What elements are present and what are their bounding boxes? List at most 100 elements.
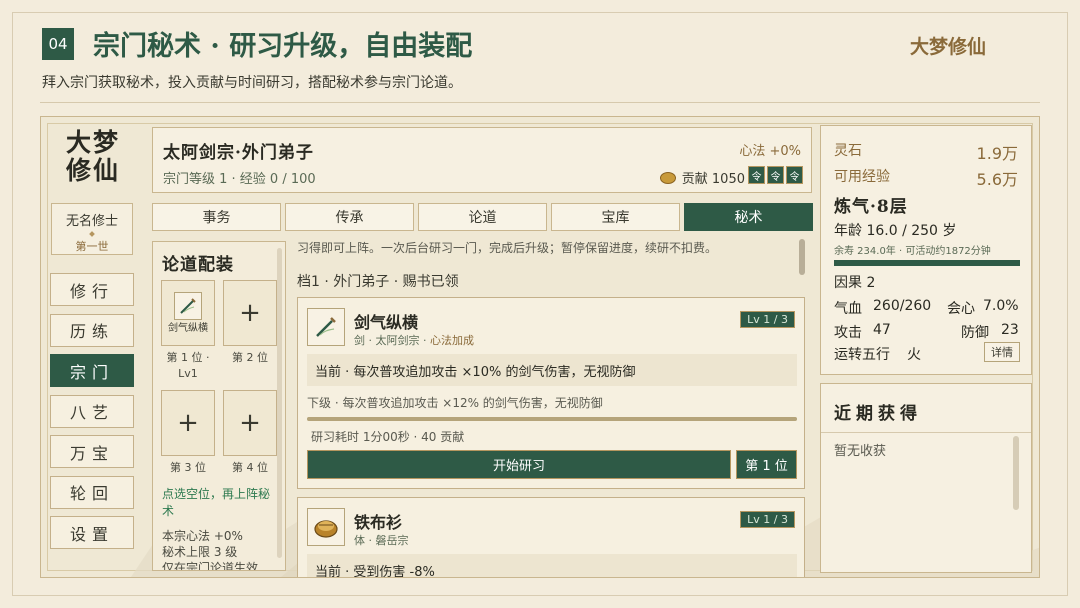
loadout-slot-3[interactable]: + xyxy=(161,390,215,456)
game-logo: 大梦 修仙 xyxy=(63,129,123,185)
plus-icon: + xyxy=(239,298,261,328)
recent-scrollbar[interactable] xyxy=(1013,436,1019,510)
loadout-info: 本宗心法 +0% 秘术上限 3 级 仅在宗门论道生效 xyxy=(162,528,274,571)
loadout-title: 论道配装 xyxy=(162,255,234,275)
coin-icon xyxy=(659,171,676,184)
element-value: 火 xyxy=(907,347,921,363)
token-icon: 令 xyxy=(767,166,784,184)
slide-number: 04 xyxy=(42,28,74,60)
tab-affairs[interactable]: 事务 xyxy=(152,203,281,231)
slot-label: 第 2 位 xyxy=(232,351,268,364)
recent-gains-panel: 近期获得 暂无收获 xyxy=(820,383,1032,573)
main-scrollbar[interactable] xyxy=(799,239,805,275)
nav-item-cultivate[interactable]: 修行 xyxy=(50,273,134,306)
info-line: 仅在宗门论道生效 xyxy=(162,561,259,571)
nav-item-adventure[interactable]: 历练 xyxy=(50,313,134,347)
start-study-button[interactable]: 开始研习 xyxy=(307,450,731,479)
crit-value: 7.0% xyxy=(983,298,1019,314)
recent-title: 近期获得 xyxy=(834,404,922,424)
level-badge: Lv 1 / 3 xyxy=(740,511,795,528)
skill-current: 当前 · 每次普攻追加攻击 ×10% 的剑气伤害，无视防御 xyxy=(307,354,797,386)
skill-card: 铁布衫 体 · 磐岳宗 Lv 1 / 3 当前 · 受到伤害 -8% xyxy=(297,497,805,577)
slot-skill-name: 剑气纵横 xyxy=(168,322,208,334)
exp-label: 可用经验 xyxy=(834,169,890,185)
sect-header: 太阿剑宗·外门弟子 宗门等级 1 · 经验 0 / 100 心法 +0% 贡献 … xyxy=(152,127,812,193)
tab-inheritance[interactable]: 传承 xyxy=(285,203,414,231)
study-progress-fill xyxy=(307,417,797,421)
skill-meta-prefix: 剑 · 太阿剑宗 · xyxy=(354,334,430,347)
lifespan: 余寿 234.0年 · 可活动约1872分钟 xyxy=(834,246,991,257)
slot-label: 第 1 位 · Lv1 xyxy=(166,351,210,380)
hp-value: 260/260 xyxy=(873,298,932,314)
spirit-stone-row: 灵石 1.9万 xyxy=(834,140,1018,164)
nav-item-sect[interactable]: 宗门 xyxy=(50,354,134,387)
skill-name: 铁布衫 xyxy=(354,513,403,532)
brand-name: 大梦修仙 xyxy=(909,36,986,58)
loadout-slot-4[interactable]: + xyxy=(223,390,277,456)
game-screenshot: 大梦 修仙 无名修士 第一世 修行 历练 宗门 八艺 万宝 轮回 设置 太阿剑宗… xyxy=(40,116,1040,578)
stats-panel: 灵石 1.9万 可用经验 5.6万 炼气·8层 年龄 16.0 / 250 岁 … xyxy=(820,125,1032,375)
level-badge: Lv 1 / 3 xyxy=(740,311,795,328)
logo-line-2: 修仙 xyxy=(65,156,120,185)
equip-position-button[interactable]: 第 1 位 xyxy=(736,450,797,479)
skill-meta-tag: 心法加成 xyxy=(429,334,474,347)
plus-icon: + xyxy=(239,408,261,438)
loadout-slot-2[interactable]: + xyxy=(223,280,277,346)
loadout-slot-1[interactable]: 剑气纵横 xyxy=(161,280,215,346)
tab-debate[interactable]: 论道 xyxy=(418,203,547,231)
info-line: 秘术上限 3 级 xyxy=(162,545,238,559)
spirit-stone-label: 灵石 xyxy=(834,143,862,159)
contribution: 贡献 1050 xyxy=(659,168,745,187)
tab-treasury[interactable]: 宝库 xyxy=(551,203,680,231)
atk-label: 攻击 xyxy=(834,325,862,341)
player-profile[interactable]: 无名修士 第一世 xyxy=(51,203,133,255)
slide-subtitle: 拜入宗门获取秘术，投入贡献与时间研习，搭配秘术参与宗门论道。 xyxy=(42,75,462,91)
tier-text: 档1 · 外门弟子 · 赐书已领 xyxy=(297,274,459,290)
def-value: 23 xyxy=(1001,322,1019,338)
player-name: 无名修士 xyxy=(65,214,118,229)
nav-item-treasures[interactable]: 万宝 xyxy=(50,435,134,468)
hp-label: 气血 xyxy=(834,301,862,317)
plus-icon: + xyxy=(177,408,199,438)
main-nav: 修行 历练 宗门 八艺 万宝 轮回 设置 xyxy=(50,273,134,557)
skill-current: 当前 · 受到伤害 -8% xyxy=(307,554,797,577)
loadout-panel: 论道配装 剑气纵横 第 1 位 · Lv1 + 第 2 位 + 第 3 位 + … xyxy=(152,241,286,571)
crit-label: 会心 xyxy=(947,301,975,317)
xinfa-bonus: 心法 +0% xyxy=(739,144,801,159)
slot-label: 第 4 位 xyxy=(232,461,268,474)
sword-qi-icon xyxy=(307,308,345,346)
study-cost: 研习耗时 1分00秒 · 40 贡献 xyxy=(311,430,465,444)
loadout-hint: 点选空位，再上阵秘术 xyxy=(162,487,271,518)
diamond-divider-icon xyxy=(89,231,95,237)
spirit-stone-value: 1.9万 xyxy=(976,144,1018,163)
skill-card: 剑气纵横 剑 · 太阿剑宗 · 心法加成 Lv 1 / 3 当前 · 每次普攻追… xyxy=(297,297,805,489)
skill-meta: 剑 · 太阿剑宗 · 心法加成 xyxy=(354,332,474,348)
token-group: 令 令 令 xyxy=(748,166,803,184)
nav-item-reincarnation[interactable]: 轮回 xyxy=(50,475,134,509)
sect-title: 太阿剑宗·外门弟子 xyxy=(163,143,314,163)
info-line: 本宗心法 +0% xyxy=(162,529,243,543)
player-generation: 第一世 xyxy=(75,240,109,253)
sect-tabs: 事务 传承 论道 宝库 秘术 xyxy=(152,203,813,231)
atk-value: 47 xyxy=(873,322,891,338)
loadout-scrollbar[interactable] xyxy=(277,248,282,558)
detail-button[interactable]: 详情 xyxy=(984,342,1020,362)
age: 年龄 16.0 / 250 岁 xyxy=(834,223,957,239)
token-icon: 令 xyxy=(748,166,765,184)
context-text: 习得即可上阵。一次后台研习一门，完成后升级；暂停保留进度，续研不扣费。 xyxy=(297,241,718,255)
realm: 炼气·8层 xyxy=(834,197,908,217)
study-progress-bar xyxy=(307,417,797,421)
skill-meta: 体 · 磐岳宗 xyxy=(354,534,409,547)
exp-row: 可用经验 5.6万 xyxy=(834,166,1018,190)
recent-divider xyxy=(821,432,1031,433)
element-label: 运转五行 xyxy=(834,347,890,363)
nav-item-settings[interactable]: 设置 xyxy=(50,516,134,549)
slot-label: 第 3 位 xyxy=(170,461,206,474)
nav-item-arts[interactable]: 八艺 xyxy=(50,394,134,428)
tab-secret-arts[interactable]: 秘术 xyxy=(684,203,813,231)
exp-value: 5.6万 xyxy=(976,170,1018,189)
recent-empty: 暂无收获 xyxy=(834,444,887,459)
def-label: 防御 xyxy=(961,325,989,341)
contribution-value: 贡献 1050 xyxy=(681,172,745,187)
karma: 因果 2 xyxy=(834,275,876,291)
